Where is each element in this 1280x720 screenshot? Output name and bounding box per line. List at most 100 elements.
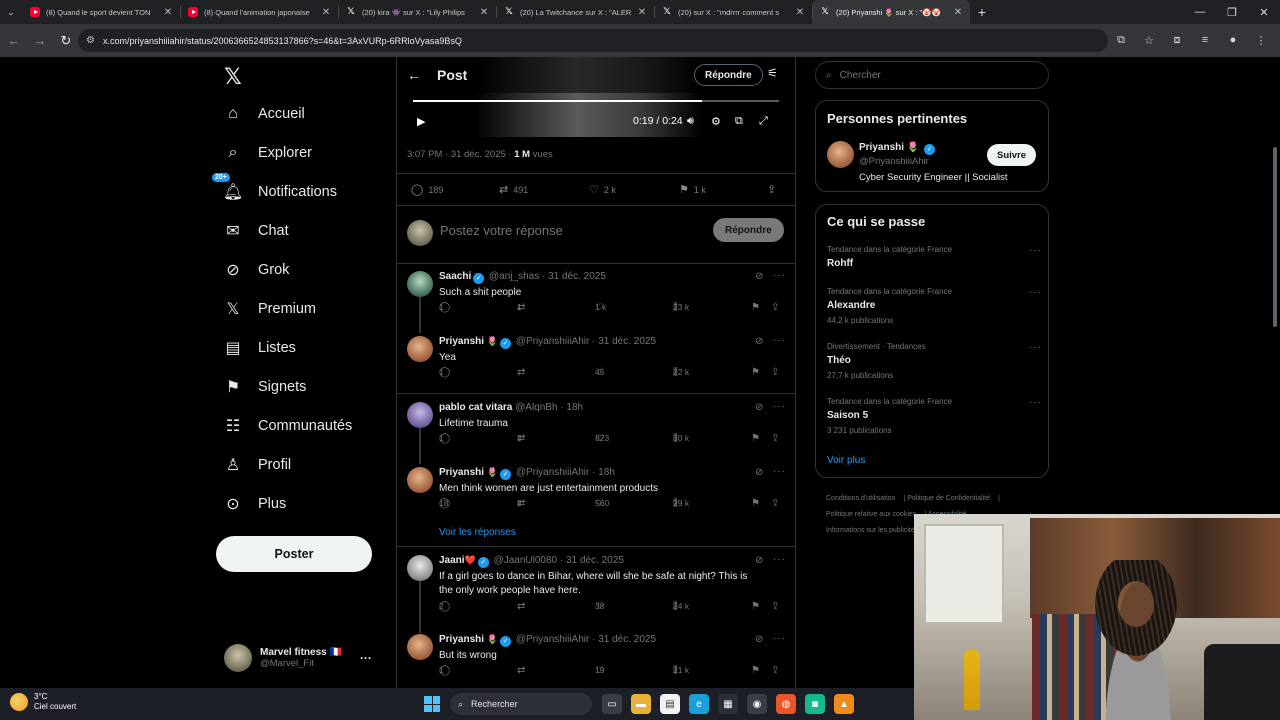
fullscreen-icon[interactable]: ⤢ [759,115,768,128]
profile-avatar-icon[interactable]: ● [1222,29,1244,51]
footer-link[interactable]: Politique relative aux cookies [826,511,916,518]
bookmark-stat[interactable]: ⚑ 1 k [679,183,706,196]
share-stat[interactable]: ⇪ [767,183,776,196]
nav-item-grok[interactable]: ⊘ Grok [222,251,289,289]
minimize-icon[interactable]: — [1184,0,1216,24]
reply-submit-button[interactable]: Répondre [713,218,784,242]
nav-item-explore[interactable]: ⌕ Explorer [222,134,312,172]
close-window-icon[interactable]: ✕ [1248,0,1280,24]
footer-link[interactable]: Conditions d'utilisation [826,495,895,502]
browser-tab[interactable]: (8) Quand l'animation japonaise ✕ [180,0,338,24]
nav-item-premium[interactable]: 𝕏 Premium [222,290,316,328]
follow-button[interactable]: Suivre [987,144,1037,166]
trend-item[interactable]: Divertissement · Tendances Théo 27,7 k p… [827,342,1042,380]
reload-icon[interactable]: ↻ [54,29,78,53]
nav-item-more[interactable]: ⊙ Plus [222,485,286,523]
grok-icon[interactable]: ⊘ [755,555,763,566]
see-more-link[interactable]: Voir plus [827,455,865,466]
close-tab-icon[interactable]: ✕ [952,7,964,18]
more-dots-icon[interactable]: ··· [773,270,786,281]
media-icon[interactable]: ≡ [1194,29,1216,51]
post-button[interactable]: Poster [216,536,372,572]
volume-icon[interactable]: 🔊︎ [687,115,694,128]
discord-icon[interactable]: ◙ [805,694,825,714]
author-name[interactable]: Jaani [439,555,465,566]
browser-tab-active[interactable]: 𝕏 (20) Priyanshi 🌷 sur X : "🤡🤡 ✕ [812,0,970,24]
menu-kebab-icon[interactable]: ⋮ [1250,29,1272,51]
see-replies-link[interactable]: Voir les réponses [439,527,516,538]
browser-tab[interactable]: 𝕏 (20) kira 👾 sur X : "Lily Philips ✕ [338,0,496,24]
author-name[interactable]: Priyanshi [439,467,484,478]
more-dots-icon[interactable]: ··· [1029,342,1042,353]
nav-item-bookmarks[interactable]: ⚑ Signets [222,368,307,406]
footer-link[interactable]: Informations sur les publicités [826,527,918,534]
scrollbar-thumb[interactable] [1273,147,1277,327]
nav-item-home[interactable]: ⌂ Accueil [222,95,305,133]
nav-item-chat[interactable]: ✉ Chat [222,212,288,250]
store-icon[interactable]: ▦ [718,694,738,714]
tab-search-button[interactable]: ⌄ [0,1,22,23]
like-stat[interactable]: ♡ 2 k [589,183,616,196]
author-name[interactable]: Priyanshi [439,634,484,645]
windows-start-icon[interactable] [424,696,440,712]
forward-arrow-icon[interactable]: → [28,29,52,53]
picture-in-picture-icon[interactable]: ⧉ [735,115,743,128]
address-bar[interactable]: ⚙ x.com/priyanshiiiahir/status/200636652… [78,29,1108,52]
search-input[interactable]: ⌕ Chercher [815,61,1049,89]
reply-header-button[interactable]: Répondre [694,64,763,86]
close-tab-icon[interactable]: ✕ [794,7,806,18]
author-name[interactable]: Saachi [439,271,471,282]
grok-icon[interactable]: ⊘ [755,467,763,478]
back-arrow-icon[interactable]: ← [397,67,431,83]
bookmark-star-icon[interactable]: ☆ [1138,29,1160,51]
file-explorer-icon[interactable]: ▬ [631,694,651,714]
grok-icon[interactable]: ⊘ [755,336,763,347]
close-tab-icon[interactable]: ✕ [320,7,332,18]
task-view-icon[interactable]: ▭ [602,694,622,714]
grok-icon[interactable]: ⊘ [755,402,763,413]
more-dots-icon[interactable]: ··· [773,554,786,565]
nav-item-lists[interactable]: ▤ Listes [222,329,295,367]
close-tab-icon[interactable]: ✕ [636,7,648,18]
nav-item-communities[interactable]: ☷ Communautés [222,407,352,445]
x-logo-icon[interactable]: 𝕏 [224,65,242,90]
avatar[interactable] [827,141,854,168]
more-dots-icon[interactable]: ··· [773,335,786,346]
restore-icon[interactable]: ❐ [1216,0,1248,24]
grok-icon[interactable]: ⊘ [755,634,763,645]
close-tab-icon[interactable]: ✕ [478,7,490,18]
chrome-icon[interactable]: ◉ [747,694,767,714]
edge-icon[interactable]: e [689,694,709,714]
browser-tab[interactable]: (8) Quand le sport devient TON ✕ [22,0,180,24]
browser-tab[interactable]: 𝕏 (20) La Twitchance sur X : "ALER ✕ [496,0,654,24]
video-progress-bar[interactable] [413,100,779,102]
weather-widget[interactable]: 3°C Ciel couvert [10,692,76,712]
trend-item[interactable]: Tendance dans la catégorie France Alexan… [827,287,1042,325]
author-name[interactable]: Priyanshi [439,336,484,347]
reply-input[interactable]: Postez votre réponse [440,223,563,238]
more-dots-icon[interactable]: ··· [773,401,786,412]
more-dots-icon[interactable]: ··· [1029,397,1042,408]
new-tab-button[interactable]: + [970,4,994,20]
author-name[interactable]: pablo cat vitara [439,402,512,413]
settings-gear-icon[interactable]: ⚙ [711,115,721,128]
nav-item-notifications[interactable]: 🔔︎ 20+ Notifications [212,173,337,211]
firefox-icon[interactable]: ◍ [776,694,796,714]
more-dots-icon[interactable]: ··· [773,466,786,477]
extensions-icon[interactable]: ⧈ [1166,29,1188,51]
trend-item[interactable]: Tendance dans la catégorie France Saison… [827,397,1042,435]
account-switcher[interactable]: Marvel fitness 🇫🇷 @Marvel_Fit ··· [224,641,384,675]
back-arrow-icon[interactable]: ← [2,29,26,53]
cast-icon[interactable]: ⧉ [1110,29,1132,51]
more-dots-icon[interactable]: ··· [360,651,372,665]
site-info-icon[interactable]: ⚙ [86,35,95,46]
play-icon[interactable]: ▶ [417,115,425,128]
repost-stat[interactable]: ⇄ 491 [499,183,528,196]
notepad-icon[interactable]: ▤ [660,694,680,714]
person-name[interactable]: Priyanshi 🌷 ✓ [859,142,937,155]
more-dots-icon[interactable]: ··· [1029,245,1042,256]
more-dots-icon[interactable]: ··· [773,633,786,644]
trend-item[interactable]: Tendance dans la catégorie France Rohff … [827,245,1042,269]
filter-settings-icon[interactable]: ⚟ [767,66,778,80]
close-tab-icon[interactable]: ✕ [162,7,174,18]
